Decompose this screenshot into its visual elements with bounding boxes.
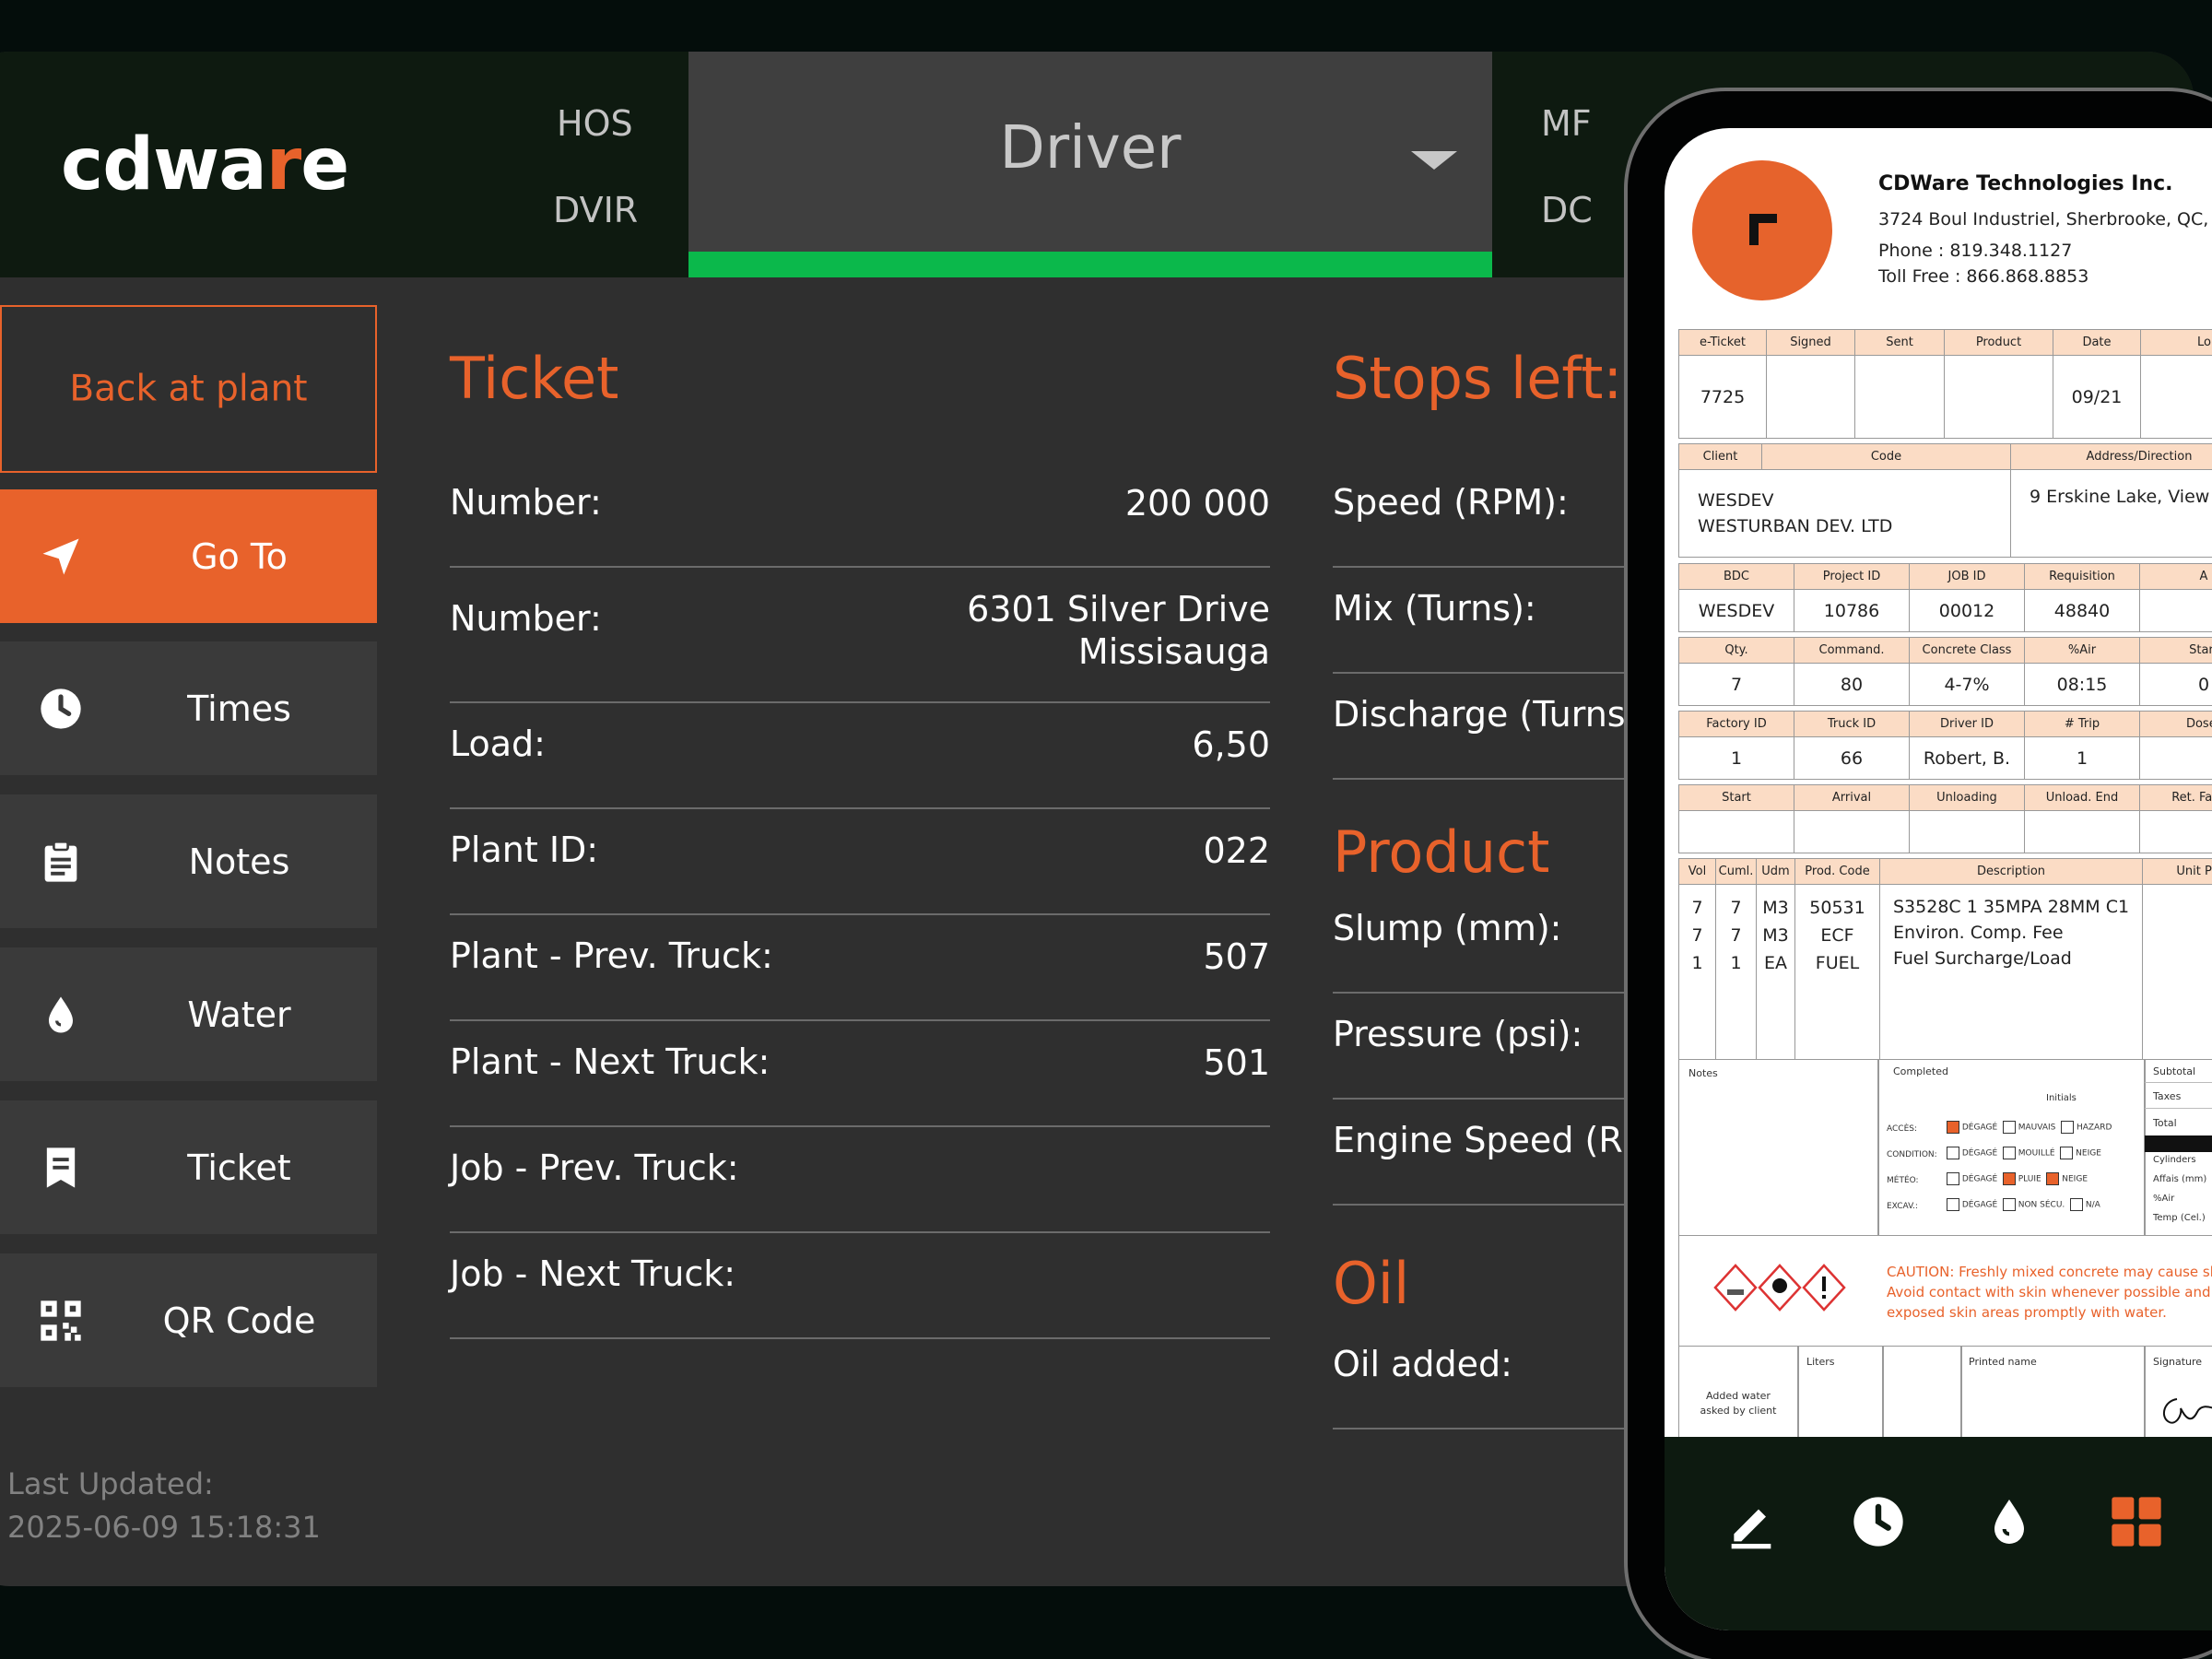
last-updated-value: 2025-06-09 15:18:31 <box>7 1510 321 1545</box>
menu-times[interactable]: Times <box>0 641 377 775</box>
phone-device: CDWare Technologies Inc. 3724 Boul Indus… <box>1624 88 2212 1659</box>
oil-row: Oil added: <box>1333 1324 1628 1430</box>
menu-qr-code[interactable]: QR Code <box>0 1253 377 1387</box>
water-drop-icon[interactable] <box>1980 1492 2039 1551</box>
ticket-row: Number: 200 000 <box>450 462 1270 568</box>
clock-icon <box>41 688 81 729</box>
excav-nonsecu-checkbox[interactable] <box>2002 1198 2016 1211</box>
grid-icon[interactable] <box>2107 1492 2166 1551</box>
oil-title: Oil <box>1333 1250 1410 1317</box>
menu-go-to[interactable]: Go To <box>0 489 377 623</box>
product-title: Product <box>1333 818 1550 886</box>
nav-dc[interactable]: DC <box>1541 190 1593 230</box>
meteo-pluie-checkbox[interactable] <box>2002 1172 2016 1185</box>
phone-bottom-bar <box>1665 1437 2212 1630</box>
company-logo <box>1692 160 1832 300</box>
clock-icon[interactable] <box>1849 1492 1908 1551</box>
meteo-options: DÉGAGÉ PLUIE NEIGE <box>1947 1172 2088 1185</box>
stops-row: Discharge (Turns): <box>1333 674 1651 780</box>
nav-dvir[interactable]: DVIR <box>553 190 638 230</box>
back-at-plant-button[interactable]: Back at plant <box>0 305 377 473</box>
client-table: Client Code Address/Direction WESDEV WESTUR… <box>1678 443 2212 558</box>
meteo-neige-checkbox[interactable] <box>2046 1172 2060 1185</box>
acces-mauvais-checkbox[interactable] <box>2002 1121 2016 1134</box>
nav-hos[interactable]: HOS <box>557 103 633 144</box>
role-dropdown[interactable]: Driver <box>688 52 1492 277</box>
ticket-row: Plant - Next Truck: 501 <box>450 1021 1270 1127</box>
stops-left-title: Stops left: <box>1333 345 1623 412</box>
product-row: Slump (mm): <box>1333 888 1628 994</box>
ticket-row: Plant - Prev. Truck: 507 <box>450 915 1270 1021</box>
stops-row: Mix (Turns): <box>1333 568 1628 674</box>
truck-table: Factory IDTruck IDDriver ID# TripDoser 1… <box>1678 711 2212 780</box>
cdware-logo: cdware <box>61 124 349 206</box>
condition-mouille-checkbox[interactable] <box>2002 1147 2016 1159</box>
company-address: 3724 Boul Industriel, Sherbrooke, QC, Ca <box>1878 209 2212 229</box>
navigation-arrow-icon <box>42 538 79 574</box>
condition-neige-checkbox[interactable] <box>2060 1147 2074 1159</box>
edit-icon[interactable] <box>1722 1492 1781 1551</box>
ticket-row: Job - Next Truck: <box>450 1233 1270 1339</box>
hazard-pictograms-icon <box>1713 1264 1846 1312</box>
phone-screen: CDWare Technologies Inc. 3724 Boul Indus… <box>1665 128 2212 1630</box>
excav-options: DÉGAGÉ NON SÉCU. N/A <box>1947 1198 2100 1211</box>
caution-text: CAUTION: Freshly mixed concrete may caus… <box>1887 1264 2212 1321</box>
items-table: VolCuml.UdmProd. CodeDescriptionUnit Pri… <box>1678 858 2212 1060</box>
condition-degage-checkbox[interactable] <box>1947 1147 1959 1159</box>
acces-degage-checkbox[interactable] <box>1947 1121 1959 1134</box>
condition-options: DÉGAGÉ MOUILLÉ NEIGE <box>1947 1147 2101 1159</box>
notes-section: Notes Completed Initials Subtotal Taxes … <box>1678 1059 2212 1236</box>
signature-scribble <box>2162 1398 2212 1424</box>
acces-hazard-checkbox[interactable] <box>2061 1121 2075 1134</box>
ticket-row: Number: 6301 Silver Drive Missisauga <box>450 568 1270 703</box>
ticket-row: Job - Prev. Truck: <box>450 1127 1270 1233</box>
caution-section: CAUTION: Freshly mixed concrete may caus… <box>1678 1236 2212 1347</box>
product-row: Pressure (psi): <box>1333 994 1628 1100</box>
nav-mf[interactable]: MF <box>1541 103 1592 144</box>
acces-options: DÉGAGÉ MAUVAIS HAZARD <box>1947 1121 2112 1134</box>
qr-code-icon <box>41 1300 81 1341</box>
last-updated-label: Last Updated: <box>7 1466 214 1501</box>
stops-row: Speed (RPM): <box>1333 462 1628 568</box>
company-phone: Phone : 819.348.1127 <box>1878 241 2073 261</box>
ticket-row: Load: 6,50 <box>450 703 1270 809</box>
chevron-down-icon <box>1411 151 1457 170</box>
menu-notes[interactable]: Notes <box>0 794 377 928</box>
job-table: BDC Project ID JOB ID Requisition A WESDEV 10… <box>1678 563 2212 632</box>
menu-ticket[interactable]: Ticket <box>0 1100 377 1234</box>
role-label: Driver <box>999 114 1182 182</box>
clipboard-icon <box>44 840 77 882</box>
stage: cdware HOS DVIR Driver MF DC Back at pla… <box>0 0 2212 1659</box>
active-tab-indicator <box>688 252 1492 277</box>
product-row: Engine Speed (RPM): <box>1333 1100 1700 1206</box>
ticket-title: Ticket <box>450 345 619 412</box>
ticket-table-header: e-Ticket Signed Sent Product Date Lo 7725 09/2… <box>1678 329 2212 439</box>
excav-degage-checkbox[interactable] <box>1947 1198 1959 1211</box>
order-table: Qty.Command.Concrete Class%AirStart 7804… <box>1678 637 2212 706</box>
company-tollfree: Toll Free : 866.868.8853 <box>1878 266 2089 287</box>
company-logo-mark <box>1749 214 1777 245</box>
meteo-degage-checkbox[interactable] <box>1947 1172 1959 1185</box>
menu-water[interactable]: Water <box>0 947 377 1081</box>
times-table: StartArrivalUnloadingUnload. EndRet. Fac… <box>1678 784 2212 853</box>
ticket-row: Plant ID: 022 <box>450 809 1270 915</box>
company-name: CDWare Technologies Inc. <box>1878 172 2173 195</box>
excav-na-checkbox[interactable] <box>2070 1198 2084 1211</box>
receipt-icon <box>46 1147 76 1188</box>
water-drop-icon <box>49 996 73 1032</box>
